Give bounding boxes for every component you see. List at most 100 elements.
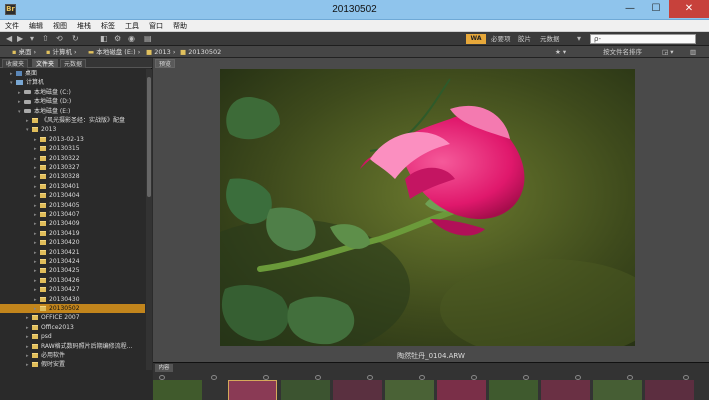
tree-item-label: 20130409 <box>49 220 80 228</box>
tree-item[interactable]: ▸ 桌面 <box>0 69 145 78</box>
tree-item-label: 《风光摄影圣经：实战版》配盘 <box>41 117 126 124</box>
tree-item[interactable]: ▸ 20130425 <box>0 266 145 275</box>
tree-item[interactable]: ▸ 20130322 <box>0 154 145 163</box>
tree-item[interactable]: ▸ psd <box>0 332 145 341</box>
open-camera-raw-icon[interactable]: ◉ <box>128 34 135 44</box>
tree-item[interactable]: ▸ RAW格式数码照片后期编修流程... <box>0 342 145 351</box>
tree-item[interactable]: ▸ 20130401 <box>0 182 145 191</box>
tab-favorites[interactable]: 收藏夹 <box>2 59 29 68</box>
tree-item[interactable]: ▸ 20130328 <box>0 172 145 181</box>
tree-item[interactable]: ▸ 20130409 <box>0 219 145 228</box>
tree-item-label: psd <box>41 333 52 341</box>
tab-folders[interactable]: 文件夹 <box>32 59 59 68</box>
tree-item[interactable]: ▸ 20130419 <box>0 229 145 238</box>
tree-item[interactable]: ▾ 本地磁盘 (E:) <box>0 107 145 116</box>
tree-scrollbar[interactable] <box>146 69 152 370</box>
tab-preview[interactable]: 预览 <box>155 59 175 68</box>
tree-item[interactable]: ▾ 2013 <box>0 125 145 134</box>
sort-dropdown[interactable]: 按文件名排序 <box>603 47 642 57</box>
tree-item[interactable]: ▸ 20130420 <box>0 238 145 247</box>
tree-item[interactable]: ▸ 20130427 <box>0 285 145 294</box>
menu-help[interactable]: 帮助 <box>168 20 192 32</box>
tree-item[interactable]: ▸ 必用软件 <box>0 351 145 360</box>
refine-icon[interactable]: ⚙ <box>114 34 121 44</box>
breadcrumb-drive-e[interactable]: ▬ 本地磁盘 (E:) › <box>88 47 140 57</box>
tree-item[interactable]: ▸ 20130430 <box>0 295 145 304</box>
tree-item[interactable]: ▸ 20130405 <box>0 201 145 210</box>
tree-item-label: 20130401 <box>49 182 80 190</box>
tree-item[interactable]: ▸ 20130407 <box>0 210 145 219</box>
maximize-button[interactable]: ☐ <box>643 0 669 18</box>
tree-item[interactable]: ▸ 20130327 <box>0 163 145 172</box>
breadcrumb-computer[interactable]: ▪ 计算机 › <box>46 47 77 57</box>
star-filter-icon[interactable]: ★ ▾ <box>555 47 566 57</box>
search-input[interactable]: ρ- <box>590 34 696 44</box>
breadcrumb-desktop[interactable]: ▪ 桌面 › <box>12 47 36 57</box>
tree-scrollbar-thumb[interactable] <box>147 77 151 197</box>
output-icon[interactable]: ▤ <box>144 34 152 44</box>
workspace-wa-button[interactable]: WA <box>466 34 486 44</box>
tree-item[interactable]: ▸ Office2013 <box>0 323 145 332</box>
thumbnail[interactable] <box>153 380 202 400</box>
tree-item-label: OFFICE 2007 <box>41 314 80 322</box>
close-button[interactable]: ✕ <box>669 0 709 18</box>
breadcrumb-2013[interactable]: ■ 2013 › <box>146 47 175 57</box>
tree-item[interactable]: ▸ 本地磁盘 (D:) <box>0 97 145 106</box>
camera-icon[interactable]: ◧ <box>100 34 108 44</box>
menu-label[interactable]: 标签 <box>96 20 120 32</box>
tree-item[interactable]: ▸ 20130424 <box>0 257 145 266</box>
breadcrumb-20130502[interactable]: ■ 20130502 <box>180 47 221 57</box>
folder-up-icon[interactable]: ⇧ <box>42 34 49 44</box>
new-folder-icon[interactable]: ◲ ▾ <box>662 47 673 57</box>
tree-item[interactable]: ▸ 假时安置 <box>0 360 145 369</box>
folder-icon <box>32 353 38 358</box>
thumbnail[interactable] <box>541 380 590 400</box>
tab-content[interactable]: 内容 <box>155 364 173 372</box>
menu-edit[interactable]: 编辑 <box>24 20 48 32</box>
thumbnail[interactable] <box>333 380 382 400</box>
folder-icon: ■ <box>146 48 155 56</box>
thumbnail[interactable] <box>385 380 434 400</box>
tree-item[interactable]: ▸ 20130315 <box>0 144 145 153</box>
tree-item[interactable]: ▸ OFFICE 2007 <box>0 313 145 322</box>
menu-stack[interactable]: 堆栈 <box>72 20 96 32</box>
recent-icon[interactable]: ⟲ <box>56 34 63 44</box>
workspace-essentials[interactable]: 必要项 <box>491 34 511 44</box>
tab-metadata[interactable]: 元数据 <box>60 59 87 68</box>
tree-item[interactable]: ▸ 20130404 <box>0 191 145 200</box>
menu-view[interactable]: 视图 <box>48 20 72 32</box>
tree-item[interactable]: ▸ 20130421 <box>0 248 145 257</box>
desktop-icon <box>16 71 22 76</box>
thumbnail-selected[interactable] <box>228 380 277 400</box>
tree-item[interactable]: ▸ 2013-02-13 <box>0 135 145 144</box>
thumbnail[interactable] <box>593 380 642 400</box>
preview-image[interactable] <box>220 69 635 346</box>
tree-item[interactable]: ▸ 《风光摄影圣经：实战版》配盘 <box>0 116 145 125</box>
thumbnail[interactable] <box>645 380 694 400</box>
thumbnail[interactable] <box>437 380 486 400</box>
tree-item-label: 本地磁盘 (C:) <box>34 88 71 96</box>
folder-icon <box>40 277 46 283</box>
delete-icon[interactable]: ▥ <box>690 47 696 57</box>
menu-window[interactable]: 窗口 <box>144 20 168 32</box>
thumbnail[interactable] <box>489 380 538 400</box>
content-panel: 内容 <box>153 362 709 400</box>
menu-file[interactable]: 文件 <box>0 20 24 32</box>
tree-item[interactable]: ▸ 20130502 <box>0 304 145 314</box>
badge-icon <box>627 375 633 380</box>
minimize-button[interactable]: — <box>617 0 643 18</box>
rotate-icon[interactable]: ↻ <box>72 34 79 44</box>
thumbnail[interactable] <box>281 380 330 400</box>
forward-icon[interactable]: ▶ <box>17 34 23 44</box>
workspace-metadata[interactable]: 元数据 <box>540 34 560 44</box>
folder-icon <box>40 249 46 255</box>
menu-tools[interactable]: 工具 <box>120 20 144 32</box>
back-icon[interactable]: ◀ <box>6 34 12 44</box>
tree-item[interactable]: ▸ 20130426 <box>0 276 145 285</box>
workspace-filmstrip[interactable]: 胶片 <box>518 34 531 44</box>
tree-item[interactable]: ▸ 本地磁盘 (C:) <box>0 88 145 97</box>
chevron-down-icon[interactable]: ▾ <box>30 34 34 44</box>
tree-item[interactable]: ▾ 计算机 <box>0 78 145 87</box>
folder-icon <box>32 334 38 340</box>
chevron-down-icon[interactable]: ▾ <box>577 34 581 44</box>
